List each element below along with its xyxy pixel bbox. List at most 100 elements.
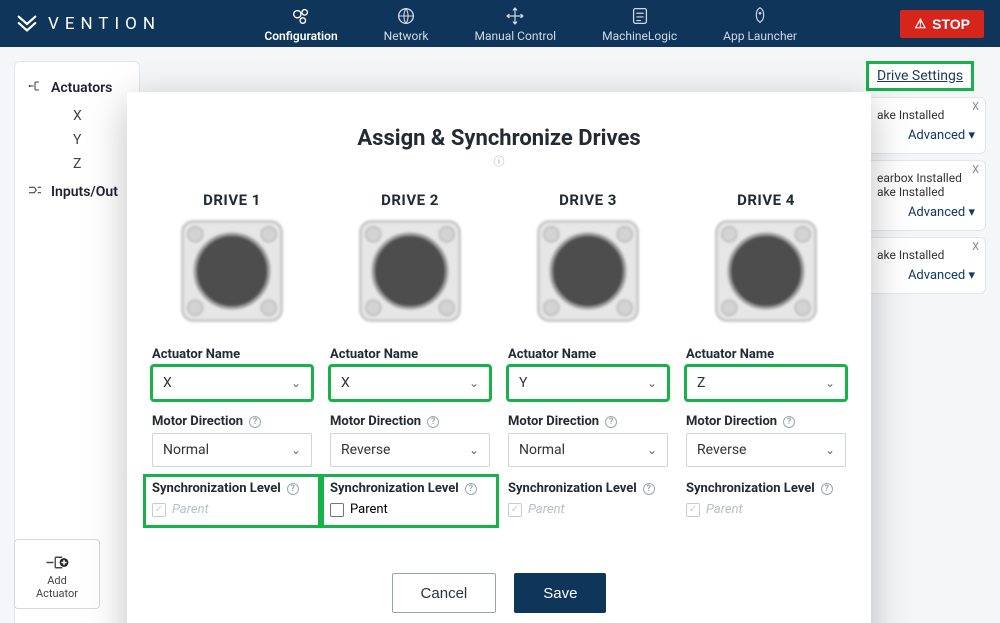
sidebar-io-header[interactable]: Inputs/Out: [15, 176, 139, 208]
advanced-toggle[interactable]: Advanced: [877, 122, 975, 143]
checkbox-icon: ✓: [508, 503, 522, 517]
info-icon[interactable]: ?: [427, 416, 439, 428]
drive-3-column: DRIVE 3 Actuator Name Y ⌄ Motor Directio…: [508, 191, 668, 517]
chevron-down-icon: ⌄: [469, 376, 479, 390]
sidebar-actuators-header[interactable]: Actuators: [15, 72, 139, 104]
modal-title: Assign & Synchronize Drives: [151, 126, 847, 151]
advanced-toggle[interactable]: Advanced: [877, 199, 975, 220]
drive-2-actuator-select[interactable]: X ⌄: [330, 366, 490, 400]
drive-3-actuator-select[interactable]: Y ⌄: [508, 366, 668, 400]
nav-label: Configuration: [264, 29, 337, 43]
chevron-down-icon: ⌄: [647, 376, 657, 390]
info-icon[interactable]: ?: [465, 483, 477, 495]
close-icon[interactable]: X: [972, 100, 979, 113]
save-button[interactable]: Save: [514, 573, 606, 613]
page-body: Actuators X Y Z Inputs/Out Drive Setting…: [0, 47, 1000, 623]
cancel-button[interactable]: Cancel: [392, 573, 497, 613]
right-config-panel: Drive Settings X ake Installed Advanced …: [866, 61, 986, 300]
drive-connector-icon: [531, 217, 645, 325]
info-icon[interactable]: ?: [783, 416, 795, 428]
info-icon[interactable]: ?: [643, 483, 655, 495]
select-value: Z: [697, 375, 705, 391]
actuator-name-label: Actuator Name: [330, 347, 490, 362]
select-value: Normal: [163, 442, 209, 458]
select-value: X: [341, 375, 350, 391]
nav-label: Network: [384, 29, 429, 43]
drive-4-heading: DRIVE 4: [686, 191, 846, 209]
drive-connector-icon: [353, 217, 467, 325]
advanced-toggle[interactable]: Advanced: [877, 262, 975, 283]
vention-chevrons-icon: [16, 13, 38, 35]
drive-3-direction-select[interactable]: Normal ⌄: [508, 433, 668, 467]
globe-icon: [395, 5, 417, 27]
move-icon: [504, 5, 526, 27]
nav-network[interactable]: Network: [384, 5, 429, 43]
actuator-name-label: Actuator Name: [152, 347, 312, 362]
info-icon[interactable]: ?: [821, 483, 833, 495]
nav-app-launcher[interactable]: App Launcher: [723, 5, 797, 43]
checkbox-icon: ✓: [152, 503, 166, 517]
nav-configuration[interactable]: Configuration: [264, 5, 337, 43]
checkbox-icon: ✓: [686, 503, 700, 517]
actuator-tree-icon: [27, 78, 43, 98]
drive-4-direction-select[interactable]: Reverse ⌄: [686, 433, 846, 467]
parent-label: Parent: [172, 502, 209, 517]
io-tree-icon: [27, 182, 43, 202]
stop-button[interactable]: STOP: [900, 10, 984, 38]
nav-label: MachineLogic: [602, 29, 677, 43]
drive-1-heading: DRIVE 1: [152, 191, 312, 209]
brand-text: VENTION: [48, 14, 161, 34]
drive-1-parent-checkbox: ✓ Parent: [152, 502, 312, 517]
drive-2-direction-select[interactable]: Reverse ⌄: [330, 433, 490, 467]
select-value: Reverse: [341, 442, 390, 458]
drive-1-sync-highlight: Synchronization Level? ✓ Parent: [146, 477, 318, 525]
sliders-icon: [629, 5, 651, 27]
drive-settings-link[interactable]: Drive Settings: [866, 61, 974, 91]
brand-logo: VENTION: [16, 13, 161, 35]
add-actuator-icon: [43, 548, 71, 570]
select-value: X: [163, 375, 172, 391]
select-value: Normal: [519, 442, 565, 458]
parent-label: Parent: [350, 502, 388, 517]
nav-machinelogic[interactable]: MachineLogic: [602, 5, 677, 43]
sidebar-axis-z[interactable]: Z: [15, 152, 139, 176]
info-icon[interactable]: ?: [605, 416, 617, 428]
drive-3-parent-checkbox: ✓ Parent: [508, 502, 668, 517]
actuator-name-label: Actuator Name: [686, 347, 846, 362]
checkbox-icon: [330, 503, 344, 517]
select-value: Y: [519, 375, 527, 391]
sidebar-axis-x[interactable]: X: [15, 104, 139, 128]
drive-1-direction-select[interactable]: Normal ⌄: [152, 433, 312, 467]
close-icon[interactable]: X: [972, 240, 979, 253]
drive-2-heading: DRIVE 2: [330, 191, 490, 209]
drive-1-column: DRIVE 1 Actuator Name X ⌄ Motor Directio…: [152, 191, 312, 517]
drive-2-column: DRIVE 2 Actuator Name X ⌄ Motor Directio…: [330, 191, 490, 517]
motor-direction-label: Motor Direction?: [686, 414, 846, 429]
close-icon[interactable]: X: [972, 163, 979, 176]
chevron-down-icon: ⌄: [291, 376, 301, 390]
info-icon[interactable]: ?: [287, 483, 299, 495]
rocket-icon: [749, 5, 771, 27]
nav-label: Manual Control: [475, 29, 557, 43]
drive-4-actuator-select[interactable]: Z ⌄: [686, 366, 846, 400]
sync-level-label: Synchronization Level?: [330, 481, 490, 496]
motor-direction-label: Motor Direction?: [508, 414, 668, 429]
gears-icon: [290, 5, 312, 27]
info-icon[interactable]: ?: [249, 416, 261, 428]
drive-4-column: DRIVE 4 Actuator Name Z ⌄ Motor Directio…: [686, 191, 846, 517]
sidebar-axis-y[interactable]: Y: [15, 128, 139, 152]
actuator-name-label: Actuator Name: [508, 347, 668, 362]
drive-2-parent-checkbox[interactable]: Parent: [330, 502, 490, 517]
add-actuator-button[interactable]: Add Actuator: [14, 539, 100, 609]
drive-1-actuator-select[interactable]: X ⌄: [152, 366, 312, 400]
parent-label: Parent: [706, 502, 743, 517]
sync-level-label: Synchronization Level?: [508, 481, 668, 496]
motor-direction-label: Motor Direction?: [152, 414, 312, 429]
app-header: VENTION Configuration Network Manual Con…: [0, 0, 1000, 47]
nav-manual-control[interactable]: Manual Control: [475, 5, 557, 43]
brake-installed-text: ake Installed: [877, 185, 975, 199]
chevron-down-icon: ⌄: [291, 443, 301, 457]
assign-drives-modal: Assign & Synchronize Drives ⓘ DRIVE 1 Ac…: [127, 92, 871, 623]
modal-title-help-icon[interactable]: ⓘ: [151, 153, 847, 169]
brake-installed-text: ake Installed: [877, 248, 975, 262]
